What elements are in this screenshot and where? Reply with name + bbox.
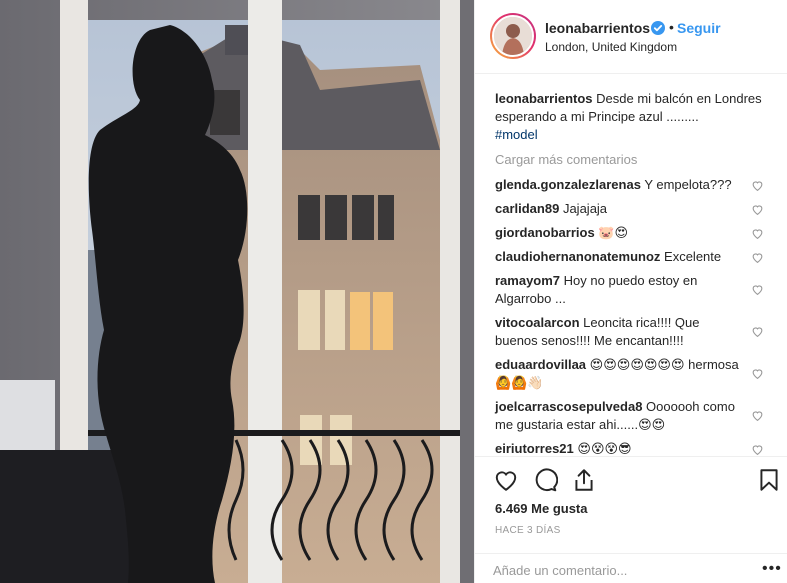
comment-like-heart-icon[interactable] [751,203,764,216]
comment-item: claudiohernanonatemunoz Excelente [495,248,745,266]
comment-text: Excelente [664,249,722,264]
comment-like-heart-icon[interactable] [751,251,764,264]
post-photo[interactable] [0,0,474,583]
comment-like-heart-icon[interactable] [751,179,764,192]
caption-hashtag[interactable]: #model [495,127,538,142]
post-caption: leonabarrientos Desde mi balcón en Londr… [495,90,765,144]
post-photo-image [0,0,474,583]
caption-username[interactable]: leonabarrientos [495,91,593,106]
post-timestamp[interactable]: HACE 3 DÍAS [495,525,561,536]
comment-item: eduaardovillaa 😍😍😍😍😍😍😍 hermosa🙆🙆👋🏻 [495,356,745,392]
comment-username[interactable]: ramayom7 [495,273,560,288]
more-options-button[interactable]: ••• [762,560,782,578]
follow-button[interactable]: Seguir [677,20,721,36]
comment-item: glenda.gonzalezlarenas Y empelota??? [495,176,745,194]
comment-username[interactable]: claudiohernanonatemunoz [495,249,660,264]
comment-username[interactable]: eduaardovillaa [495,357,586,372]
comment-like-heart-icon[interactable] [751,443,764,456]
comment-text: 🐷😍 [598,225,629,240]
comment-username[interactable]: eiriutorres21 [495,441,574,456]
header-username[interactable]: leonabarrientos [545,20,650,36]
comment-text: 😍😵😵😎 [577,441,632,456]
bookmark-icon[interactable] [756,467,782,493]
comment-username[interactable]: joelcarrascosepulveda8 [495,399,642,414]
post-header: leonabarrientos • Seguir London, United … [475,0,787,74]
comment-item: giordanobarrios 🐷😍 [495,224,745,242]
comment-like-heart-icon[interactable] [751,227,764,240]
avatar-image [492,15,534,57]
comment-username[interactable]: vitocoalarcon [495,315,580,330]
comment-item: vitocoalarcon Leoncita rica!!!! Que buen… [495,314,745,350]
heart-icon[interactable] [493,467,519,493]
comment-username[interactable]: giordanobarrios [495,225,595,240]
comment-input[interactable] [493,561,743,579]
comments-section[interactable]: leonabarrientos Desde mi balcón en Londr… [475,74,787,456]
post-sidebar: leonabarrientos • Seguir London, United … [474,0,787,583]
comment-text: Y empelota??? [644,177,732,192]
comment-text: Jajajaja [562,201,608,216]
comment-item: ramayom7 Hoy no puedo estoy en Algarrobo… [495,272,745,308]
comment-item: joelcarrascosepulveda8 Ooooooh como me g… [495,398,745,434]
comment-username[interactable]: carlidan89 [495,201,559,216]
comment-like-heart-icon[interactable] [751,409,764,422]
comment-username[interactable]: glenda.gonzalezlarenas [495,177,641,192]
comment-like-heart-icon[interactable] [751,367,764,380]
comment-like-heart-icon[interactable] [751,325,764,338]
post-actions: 6.469 Me gusta HACE 3 DÍAS ••• [475,456,787,583]
avatar[interactable] [490,13,536,59]
comment-item: carlidan89 Jajajaja [495,200,745,218]
comment-icon[interactable] [532,467,558,493]
location-link[interactable]: London, United Kingdom [545,40,677,54]
comment-item: eiriutorres21 😍😵😵😎 [495,440,745,456]
load-more-comments-button[interactable]: Cargar más comentarios [495,152,637,167]
share-icon[interactable] [571,467,597,493]
comment-like-heart-icon[interactable] [751,283,764,296]
add-comment-bar: ••• [475,553,787,583]
header-separator: • [669,19,674,35]
instagram-post: leonabarrientos • Seguir London, United … [0,0,787,583]
likes-count[interactable]: 6.469 Me gusta [495,501,588,516]
verified-badge-icon [651,21,665,35]
